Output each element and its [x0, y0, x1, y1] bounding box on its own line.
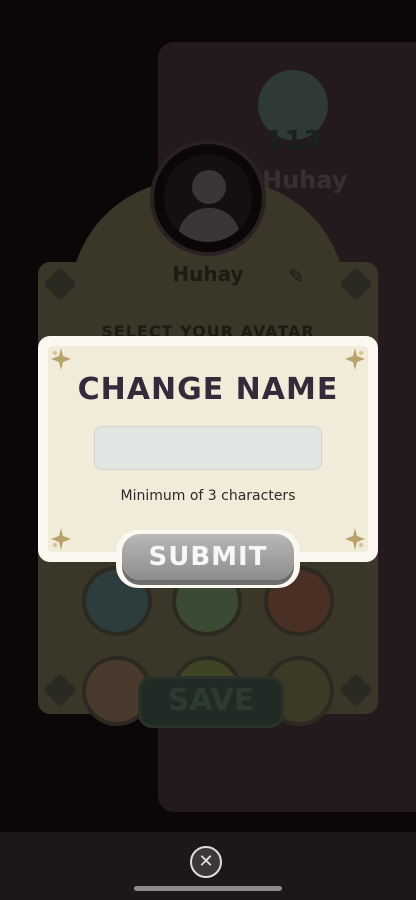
change-name-dialog: CHANGE NAME Minimum of 3 characters	[38, 336, 378, 562]
star-ornament-icon	[342, 346, 368, 372]
name-length-hint: Minimum of 3 characters	[120, 488, 296, 504]
player-level: 113	[265, 126, 323, 156]
home-indicator	[134, 886, 282, 891]
profile-name: Huhay	[172, 262, 244, 286]
pencil-icon[interactable]: ✎	[288, 264, 305, 288]
profile-avatar	[150, 140, 266, 256]
star-ornament-icon	[342, 526, 368, 552]
close-icon[interactable]: ✕	[190, 846, 222, 878]
submit-button[interactable]: SUBMIT	[122, 534, 294, 580]
star-ornament-icon	[48, 526, 74, 552]
dialog-title: CHANGE NAME	[77, 372, 339, 407]
user-silhouette-icon	[164, 154, 252, 242]
save-button[interactable]: SAVE	[138, 676, 284, 728]
submit-button-frame: SUBMIT	[116, 530, 300, 588]
star-ornament-icon	[48, 346, 74, 372]
name-input[interactable]	[94, 426, 322, 470]
